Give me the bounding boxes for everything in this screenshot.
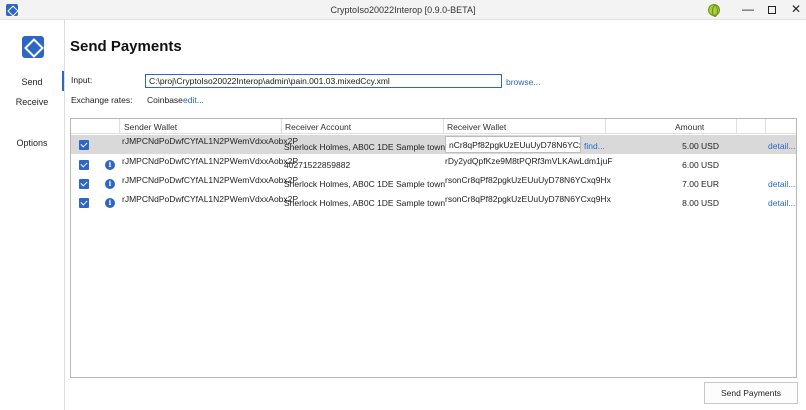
- column-divider: [765, 119, 766, 134]
- sidebar-item-receive[interactable]: Receive: [0, 97, 64, 107]
- column-header-receiver-account[interactable]: Receiver Account: [285, 122, 351, 132]
- receiver-account-cell: Sherlock Holmes, AB0C 1DE Sample town: [284, 142, 446, 152]
- sender-wallet-cell: rJMPCNdPoDwfCYfAL1N2PWemVdxxAobx2P: [122, 194, 299, 204]
- column-header-amount[interactable]: Amount: [675, 122, 704, 132]
- amount-cell: 8.00 USD: [682, 198, 719, 208]
- receiver-wallet-input[interactable]: nCr8qPf82pgkUzEUuUyD78N6YCxq9Hx: [445, 136, 581, 153]
- title-bar: CryptoIso20022Interop [0.9.0-BETA] — ✕: [0, 0, 806, 20]
- table-row[interactable]: i rJMPCNdPoDwfCYfAL1N2PWemVdxxAobx2P 402…: [71, 155, 796, 174]
- sender-wallet-cell: rJMPCNdPoDwfCYfAL1N2PWemVdxxAobx2P: [122, 175, 299, 185]
- browse-link[interactable]: browse...: [506, 77, 541, 87]
- receiver-wallet-cell: rDy2ydQpfKze9M8tPQRf3mVLKAwLdm1juF: [445, 156, 613, 166]
- exchange-rates-edit-link[interactable]: edit...: [183, 95, 204, 105]
- exchange-rates-label: Exchange rates:: [71, 95, 133, 105]
- sidebar-item-send[interactable]: Send: [0, 77, 64, 87]
- column-header-receiver-wallet[interactable]: Receiver Wallet: [447, 122, 506, 132]
- amount-cell: 7.00 EUR: [682, 179, 719, 189]
- info-icon[interactable]: i: [105, 179, 115, 189]
- close-button[interactable]: ✕: [782, 0, 806, 20]
- table-row[interactable]: i rJMPCNdPoDwfCYfAL1N2PWemVdxxAobx2P She…: [71, 193, 796, 212]
- payments-table: Sender Wallet Receiver Account Receiver …: [70, 118, 797, 378]
- exchange-rates-value: Coinbase: [147, 95, 183, 105]
- column-divider: [736, 119, 737, 134]
- row-checkbox[interactable]: [79, 198, 89, 208]
- receiver-wallet-cell: rsonCr8qPf82pgkUzEUuUyD78N6YCxq9Hx: [445, 175, 611, 185]
- app-logo-icon: [22, 36, 44, 58]
- column-divider: [281, 119, 282, 134]
- maximize-icon: [768, 6, 776, 14]
- row-checkbox[interactable]: [79, 179, 89, 189]
- input-file-field[interactable]: C:\proj\CryptoIso20022Interop\admin\pain…: [145, 74, 502, 88]
- table-row[interactable]: i rJMPCNdPoDwfCYfAL1N2PWemVdxxAobx2P She…: [71, 174, 796, 193]
- amount-cell: 5.00 USD: [682, 141, 719, 151]
- column-divider: [119, 119, 120, 134]
- find-link[interactable]: find...: [584, 141, 605, 151]
- send-payments-button[interactable]: Send Payments: [704, 382, 798, 404]
- table-row[interactable]: rJMPCNdPoDwfCYfAL1N2PWemVdxxAobx2P Sherl…: [71, 135, 796, 154]
- detail-link[interactable]: detail...: [768, 198, 795, 208]
- info-icon[interactable]: i: [105, 198, 115, 208]
- column-header-sender-wallet[interactable]: Sender Wallet: [124, 122, 177, 132]
- input-label: Input:: [71, 75, 93, 85]
- window-title: CryptoIso20022Interop [0.9.0-BETA]: [330, 5, 476, 15]
- sidebar-divider: [64, 20, 65, 410]
- receiver-wallet-cell: rsonCr8qPf82pgkUzEUuUyD78N6YCxq9Hx: [445, 194, 611, 204]
- page-title: Send Payments: [70, 38, 182, 55]
- receiver-account-cell: Sherlock Holmes, AB0C 1DE Sample town: [284, 179, 446, 189]
- sender-wallet-cell: rJMPCNdPoDwfCYfAL1N2PWemVdxxAobx2P: [122, 156, 299, 166]
- sidebar-item-options[interactable]: Options: [0, 138, 64, 148]
- row-checkbox[interactable]: [79, 140, 89, 150]
- column-divider: [605, 119, 606, 134]
- amount-cell: 6.00 USD: [682, 160, 719, 170]
- info-icon[interactable]: i: [105, 160, 115, 170]
- column-divider: [443, 119, 444, 134]
- sender-wallet-cell: rJMPCNdPoDwfCYfAL1N2PWemVdxxAobx2P: [122, 136, 299, 146]
- detail-link[interactable]: detail...: [768, 141, 795, 151]
- sidebar: Send Receive Options: [0, 20, 64, 410]
- row-checkbox[interactable]: [79, 160, 89, 170]
- receiver-account-cell: 40271522859882: [284, 160, 351, 170]
- receiver-account-cell: Sherlock Holmes, AB0C 1DE Sample town: [284, 198, 446, 208]
- table-header: Sender Wallet Receiver Account Receiver …: [71, 119, 796, 134]
- globe-icon[interactable]: [708, 4, 720, 17]
- detail-link[interactable]: detail...: [768, 179, 795, 189]
